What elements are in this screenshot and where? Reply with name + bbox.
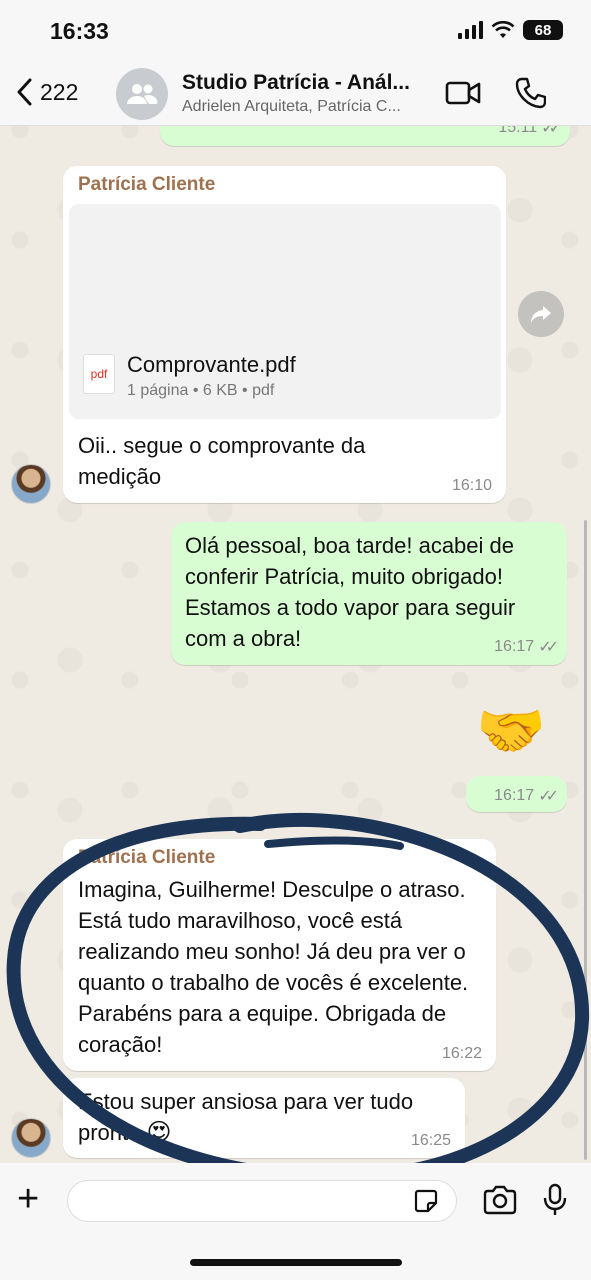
chat-participants: Adrielen Arquiteta, Patrícia C... bbox=[182, 98, 401, 115]
microphone-icon[interactable] bbox=[543, 1183, 567, 1217]
group-avatar[interactable] bbox=[116, 68, 168, 120]
avatar[interactable] bbox=[11, 1118, 51, 1158]
message-bubble-incoming[interactable]: Estou super ansiosa para ver tudo pronto… bbox=[63, 1078, 465, 1158]
home-indicator bbox=[190, 1259, 402, 1266]
message-time: 16:10 bbox=[451, 477, 492, 494]
forward-arrow-icon bbox=[531, 306, 551, 323]
double-check-icon: ✓✓ bbox=[538, 639, 559, 656]
battery-indicator: 68 bbox=[523, 20, 563, 40]
unread-count: 222 bbox=[40, 78, 79, 105]
chevron-left-icon bbox=[17, 78, 32, 106]
attach-plus-button[interactable]: + bbox=[17, 1179, 39, 1219]
signal-icon bbox=[458, 21, 483, 39]
message-time: 16:17 ✓✓ bbox=[494, 787, 559, 805]
message-text: Estou super ansiosa para ver tudo pronto… bbox=[78, 1089, 414, 1146]
message-time: 16:22 bbox=[441, 1045, 482, 1062]
double-check-icon: ✓✓ bbox=[538, 788, 559, 805]
status-time: 16:33 bbox=[50, 18, 109, 44]
status-icons: 68 bbox=[458, 20, 563, 40]
phone-call-icon[interactable] bbox=[514, 76, 546, 110]
emoji-message[interactable]: 🤝 bbox=[476, 700, 546, 762]
chat-header-overlay: 222 Studio Patrícia - Anál... Adrielen A… bbox=[0, 62, 591, 126]
pdf-file-icon: pdf bbox=[83, 354, 115, 394]
group-icon bbox=[127, 84, 158, 104]
message-text: Olá pessoal, boa tarde! acabei de confer… bbox=[185, 533, 516, 651]
avatar[interactable] bbox=[11, 464, 51, 504]
message-bubble-outgoing[interactable]: Olá pessoal, boa tarde! acabei de confer… bbox=[171, 522, 567, 665]
back-button[interactable]: 222 bbox=[16, 78, 78, 106]
document-attachment[interactable]: pdf Comprovante.pdf 1 página • 6 KB • pd… bbox=[69, 204, 501, 419]
chat-title: Studio Patrícia - Anál... bbox=[182, 71, 410, 94]
forward-button[interactable] bbox=[518, 291, 564, 337]
video-call-icon[interactable] bbox=[445, 76, 481, 110]
sender-name: Patrícia Cliente bbox=[78, 174, 216, 195]
message-text: Imagina, Guilherme! Desculpe o atraso. E… bbox=[78, 877, 469, 1057]
wifi-icon bbox=[491, 21, 515, 38]
document-meta: 1 página • 6 KB • pdf bbox=[127, 382, 275, 399]
message-bubble-incoming[interactable]: Patrícia Cliente pdf Comprovante.pdf 1 p… bbox=[63, 166, 506, 503]
message-bubble-incoming[interactable]: Patrícia Cliente Imagina, Guilherme! Des… bbox=[63, 839, 496, 1071]
message-time: 16:25 bbox=[410, 1132, 451, 1149]
sticker-icon[interactable] bbox=[412, 1187, 440, 1215]
scrollbar[interactable] bbox=[584, 520, 587, 1160]
message-time: 16:17 ✓✓ bbox=[494, 638, 559, 656]
message-input[interactable] bbox=[67, 1180, 457, 1222]
document-name: Comprovante.pdf bbox=[127, 352, 296, 377]
camera-icon[interactable] bbox=[482, 1185, 518, 1215]
sender-name: Patrícia Cliente bbox=[78, 847, 216, 868]
heart-eyes-emoji: 😍 bbox=[146, 1119, 172, 1146]
message-text: Oii.. segue o comprovante da medição bbox=[78, 433, 366, 489]
chat-title-block[interactable]: Studio Patrícia - Anál... Adrielen Arqui… bbox=[182, 71, 438, 116]
message-bubble-outgoing[interactable]: 16:17 ✓✓ bbox=[466, 776, 567, 812]
